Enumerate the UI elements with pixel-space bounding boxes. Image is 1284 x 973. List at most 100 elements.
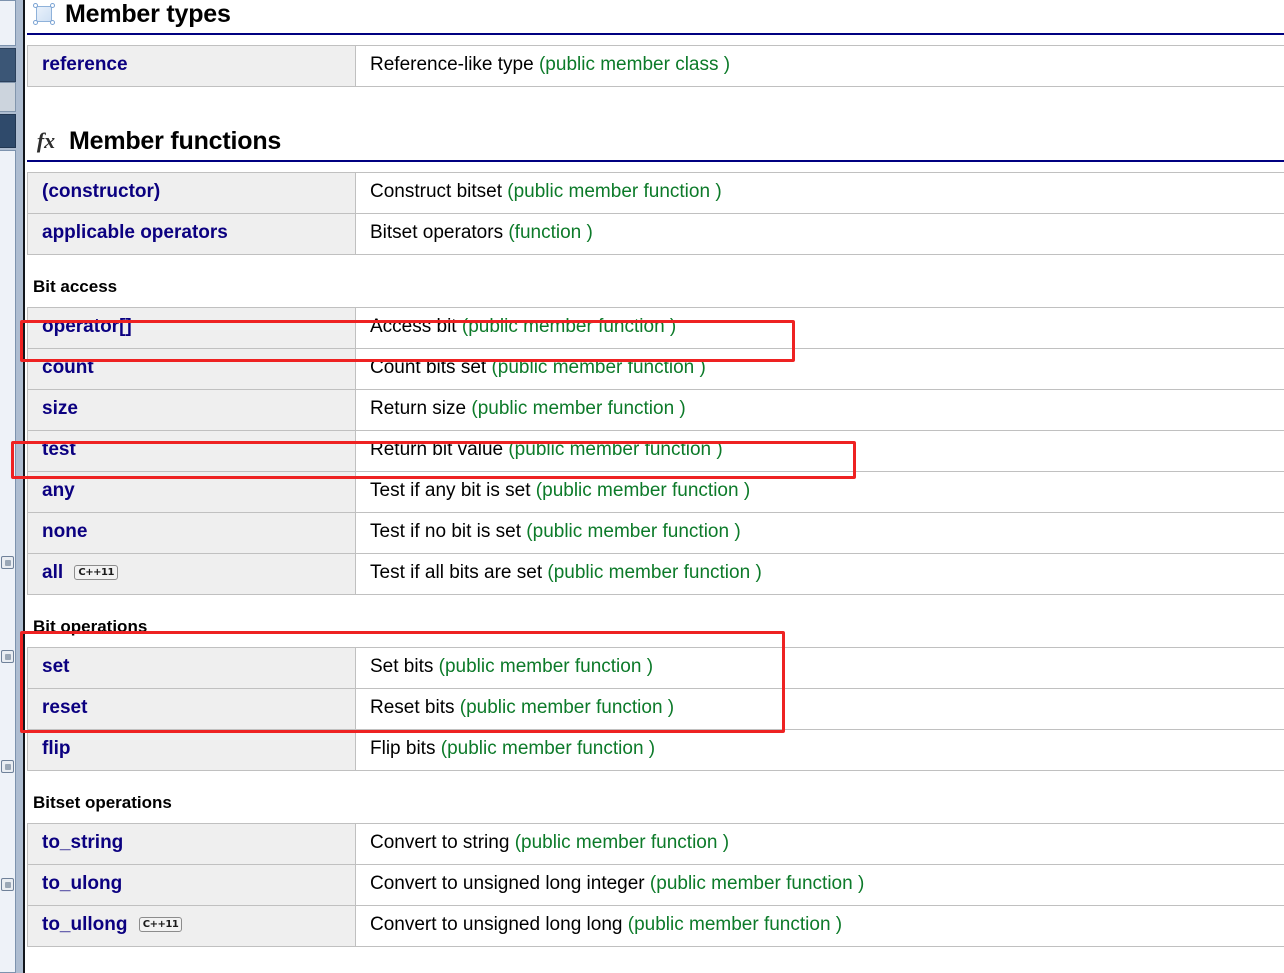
member-desc-cell: Return size (public member function ) bbox=[355, 388, 1284, 431]
member-kind-note: (public member function ) bbox=[535, 479, 751, 501]
table-row[interactable]: to_string Convert to string (public memb… bbox=[27, 822, 1284, 865]
table-row[interactable]: count Count bits set (public member func… bbox=[27, 347, 1284, 390]
chrome-resize-knob-3[interactable] bbox=[1, 878, 14, 891]
cxx-standard-badge: C++11 bbox=[138, 916, 183, 932]
table-row[interactable]: applicable operators Bitset operators (f… bbox=[27, 212, 1284, 255]
member-name-cell[interactable]: set bbox=[27, 646, 356, 689]
member-link[interactable]: count bbox=[42, 357, 94, 378]
member-desc-cell: Reset bits (public member function ) bbox=[355, 687, 1284, 730]
fx-icon: fx bbox=[36, 128, 56, 154]
subsection-heading-bit-access: Bit access bbox=[33, 276, 118, 296]
member-name-cell[interactable]: all C++11 bbox=[27, 552, 356, 595]
chrome-tile-2[interactable] bbox=[0, 82, 16, 112]
member-name-cell[interactable]: applicable operators bbox=[27, 212, 356, 255]
section-header-member-functions: fx Member functions bbox=[27, 127, 1284, 156]
member-link[interactable]: applicable operators bbox=[42, 222, 228, 243]
member-link[interactable]: operator[] bbox=[42, 316, 132, 337]
member-desc-cell: Convert to unsigned long long (public me… bbox=[355, 904, 1284, 947]
member-link[interactable]: any bbox=[42, 480, 75, 501]
chrome-tile-0[interactable] bbox=[0, 0, 16, 46]
member-name-cell[interactable]: operator[] bbox=[27, 306, 356, 349]
member-link[interactable]: set bbox=[42, 656, 69, 677]
member-description: Bitset operators bbox=[370, 221, 504, 243]
member-desc-cell: Reference-like type (public member class… bbox=[355, 44, 1284, 87]
member-description: Access bit bbox=[370, 315, 457, 337]
class-box-icon bbox=[33, 3, 55, 26]
member-description: Convert to string bbox=[370, 831, 510, 853]
member-name-cell[interactable]: none bbox=[27, 511, 356, 554]
member-desc-cell: Set bits (public member function ) bbox=[355, 646, 1284, 689]
member-link[interactable]: to_ullong bbox=[42, 914, 127, 935]
table-row[interactable]: test Return bit value (public member fun… bbox=[27, 429, 1284, 472]
table-row[interactable]: (constructor) Construct bitset (public m… bbox=[27, 171, 1284, 214]
member-description: Set bits bbox=[370, 655, 434, 677]
member-name-cell[interactable]: to_string bbox=[27, 822, 356, 865]
member-link[interactable]: flip bbox=[42, 738, 71, 759]
member-description: Reference-like type bbox=[370, 53, 534, 75]
member-name-cell[interactable]: to_ulong bbox=[27, 863, 356, 906]
member-name-cell[interactable]: size bbox=[27, 388, 356, 431]
member-link[interactable]: (constructor) bbox=[42, 181, 160, 202]
chrome-resize-knob-1[interactable] bbox=[1, 650, 14, 663]
member-desc-cell: Convert to unsigned long integer (public… bbox=[355, 863, 1284, 906]
member-name-cell[interactable]: to_ullong C++11 bbox=[27, 904, 356, 947]
member-name-cell[interactable]: count bbox=[27, 347, 356, 390]
table-row[interactable]: set Set bits (public member function ) bbox=[27, 646, 1284, 689]
member-name-cell[interactable]: any bbox=[27, 470, 356, 513]
member-kind-note: (function ) bbox=[508, 221, 593, 243]
member-desc-cell: Count bits set (public member function ) bbox=[355, 347, 1284, 390]
member-kind-note: (public member function ) bbox=[547, 561, 762, 583]
section-title-member-types: Member types bbox=[65, 0, 231, 28]
left-sidebar-chrome[interactable] bbox=[0, 0, 25, 973]
table-row[interactable]: none Test if no bit is set (public membe… bbox=[27, 511, 1284, 554]
member-description: Return size bbox=[370, 397, 467, 419]
table-member-types: reference Reference-like type (public me… bbox=[27, 44, 1284, 87]
table-row[interactable]: size Return size (public member function… bbox=[27, 388, 1284, 431]
member-description: Count bits set bbox=[370, 356, 487, 378]
table-row[interactable]: reference Reference-like type (public me… bbox=[27, 44, 1284, 87]
subsection-heading-bitset-operations: Bitset operations bbox=[33, 792, 172, 812]
table-bit-operations: set Set bits (public member function ) r… bbox=[27, 646, 1284, 771]
table-bitset-operations: to_string Convert to string (public memb… bbox=[27, 822, 1284, 947]
member-name-cell[interactable]: (constructor) bbox=[27, 171, 356, 214]
member-name-cell[interactable]: reference bbox=[27, 44, 356, 87]
page-root: Member types reference Reference-like ty… bbox=[0, 0, 1284, 973]
table-row[interactable]: all C++11 Test if all bits are set (publ… bbox=[27, 552, 1284, 595]
chrome-resize-knob-2[interactable] bbox=[1, 760, 14, 773]
member-link[interactable]: none bbox=[42, 521, 87, 542]
table-row[interactable]: any Test if any bit is set (public membe… bbox=[27, 470, 1284, 513]
member-kind-note: (public member function ) bbox=[514, 831, 730, 853]
section-title-member-functions: Member functions bbox=[69, 126, 282, 155]
chrome-tile-3[interactable] bbox=[0, 114, 16, 148]
table-row[interactable]: reset Reset bits (public member function… bbox=[27, 687, 1284, 730]
member-description: Test if any bit is set bbox=[370, 479, 531, 501]
chrome-resize-knob-0[interactable] bbox=[1, 556, 14, 569]
subsection-heading-bit-operations: Bit operations bbox=[33, 616, 148, 636]
member-name-cell[interactable]: reset bbox=[27, 687, 356, 730]
member-link[interactable]: reset bbox=[42, 697, 87, 718]
member-link[interactable]: to_ulong bbox=[42, 873, 122, 894]
member-link[interactable]: size bbox=[42, 398, 78, 419]
table-row[interactable]: flip Flip bits (public member function ) bbox=[27, 728, 1284, 771]
member-description: Test if all bits are set bbox=[370, 561, 543, 583]
chrome-tile-1[interactable] bbox=[0, 48, 16, 82]
member-kind-note: (public member class ) bbox=[538, 53, 731, 75]
table-row[interactable]: to_ulong Convert to unsigned long intege… bbox=[27, 863, 1284, 906]
member-name-cell[interactable]: test bbox=[27, 429, 356, 472]
member-description: Flip bits bbox=[370, 737, 436, 759]
table-row[interactable]: to_ullong C++11 Convert to unsigned long… bbox=[27, 904, 1284, 947]
table-bit-access: operator[] Access bit (public member fun… bbox=[27, 306, 1284, 595]
member-link[interactable]: all bbox=[42, 562, 63, 583]
cxx-standard-badge: C++11 bbox=[74, 564, 118, 580]
member-link[interactable]: reference bbox=[42, 54, 128, 75]
member-kind-note: (public member function ) bbox=[649, 872, 865, 894]
table-row[interactable]: operator[] Access bit (public member fun… bbox=[27, 306, 1284, 349]
member-desc-cell: Test if no bit is set (public member fun… bbox=[355, 511, 1284, 554]
member-description: Construct bitset bbox=[370, 180, 502, 202]
member-kind-note: (public member function ) bbox=[526, 520, 741, 542]
member-desc-cell: Flip bits (public member function ) bbox=[355, 728, 1284, 771]
member-link[interactable]: test bbox=[42, 439, 76, 460]
section-header-member-types: Member types bbox=[27, 0, 1284, 29]
member-name-cell[interactable]: flip bbox=[27, 728, 356, 771]
member-link[interactable]: to_string bbox=[42, 832, 123, 853]
